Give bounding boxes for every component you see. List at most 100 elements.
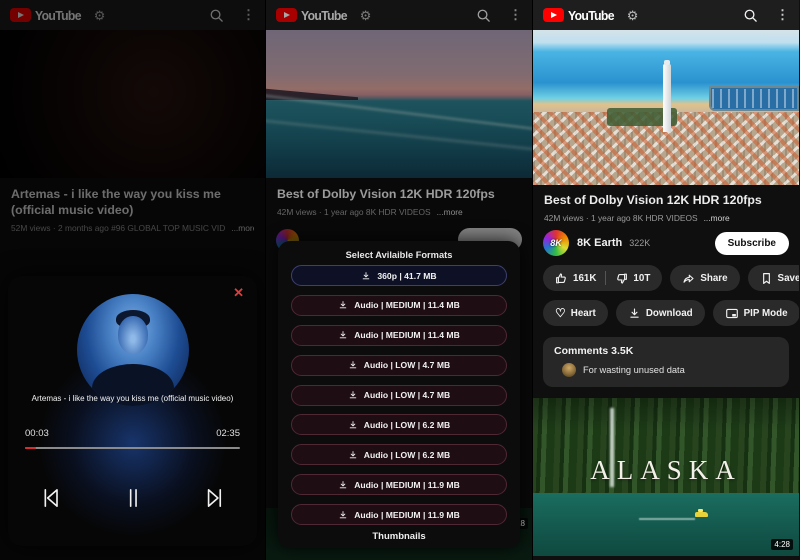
heart-button[interactable]: ♡ Heart: [543, 300, 608, 326]
kebab-menu-icon[interactable]: ⋮: [242, 7, 255, 23]
format-option-audio[interactable]: Audio | LOW | 6.2 MB: [291, 444, 507, 465]
format-option-audio[interactable]: Audio | LOW | 4.7 MB: [291, 355, 507, 376]
search-icon[interactable]: [476, 8, 491, 23]
subscribe-button[interactable]: Subscribe: [715, 232, 789, 255]
next-track-icon[interactable]: [201, 484, 229, 512]
video-title: Best of Dolby Vision 12K HDR 120fps: [544, 192, 788, 208]
download-formats-modal: Select Avilaible Formats 360p | 41.7 MB …: [278, 241, 520, 548]
duration-badge: 4:28: [771, 539, 793, 550]
screen-right-watch-page: YouTube ⚙ ⋮ Best of Dolby Vision 12K HDR…: [533, 0, 799, 560]
download-icon: [361, 271, 371, 281]
subscriber-count: 322K: [629, 238, 650, 248]
app-header: YouTube ⚙ ⋮: [533, 0, 799, 30]
thumbs-down-icon: [615, 272, 628, 285]
video-player-area[interactable]: [266, 30, 532, 178]
more-link[interactable]: ...more: [437, 207, 463, 217]
settings-gear-icon[interactable]: ⚙: [627, 9, 639, 22]
settings-gear-icon[interactable]: ⚙: [94, 9, 106, 22]
screen-left-miniplayer: YouTube ⚙ ⋮ Artemas - i like the way you…: [0, 0, 266, 560]
format-option-audio[interactable]: Audio | MEDIUM | 11.9 MB: [291, 504, 507, 525]
kebab-menu-icon[interactable]: ⋮: [776, 7, 789, 23]
download-icon: [348, 390, 358, 400]
video-player-area[interactable]: [0, 30, 265, 178]
youtube-logo[interactable]: YouTube: [10, 8, 84, 23]
youtube-wordmark: YouTube: [568, 8, 614, 23]
actions-row-1: 161K 10T Share Save: [533, 265, 799, 291]
more-link[interactable]: ...more: [704, 213, 730, 223]
total-duration: 02:35: [216, 428, 240, 439]
youtube-logo[interactable]: YouTube: [543, 8, 617, 23]
modal-title: Select Avilaible Formats: [291, 250, 507, 260]
like-dislike-pill[interactable]: 161K 10T: [543, 265, 662, 291]
download-icon: [338, 480, 348, 490]
settings-gear-icon[interactable]: ⚙: [360, 9, 372, 22]
format-option-audio[interactable]: Audio | LOW | 4.7 MB: [291, 385, 507, 406]
comments-section[interactable]: Comments 3.5K For wasting unused data: [543, 337, 789, 387]
like-count: 161K: [573, 273, 596, 284]
thumbnail-title-text: ALASKA: [533, 455, 799, 486]
thumbs-up-icon: [555, 272, 568, 285]
commenter-avatar: [562, 363, 576, 377]
comments-count: Comments 3.5K: [554, 345, 778, 357]
youtube-wordmark: YouTube: [35, 8, 81, 23]
download-icon: [338, 330, 348, 340]
previous-track-icon[interactable]: [36, 484, 64, 512]
elapsed-time: 00:03: [25, 428, 49, 439]
actions-row-2: ♡ Heart Download PIP Mode Minimize: [533, 300, 799, 326]
screen-middle-format-modal: YouTube ⚙ ⋮ Best of Dolby Vision 12K HDR…: [266, 0, 533, 560]
download-icon: [348, 360, 358, 370]
kebab-menu-icon[interactable]: ⋮: [509, 7, 522, 23]
bookmark-icon: [760, 272, 773, 285]
share-icon: [682, 272, 695, 285]
video-meta: 42M views · 1 year ago 8K HDR VIDEOS...m…: [544, 213, 788, 223]
download-icon: [338, 300, 348, 310]
channel-name[interactable]: 8K Earth: [577, 237, 622, 249]
search-icon[interactable]: [209, 8, 224, 23]
channel-row: 8K 8K Earth 322K Subscribe: [533, 223, 799, 256]
heart-icon: ♡: [555, 307, 566, 319]
format-option-audio[interactable]: Audio | MEDIUM | 11.4 MB: [291, 325, 507, 346]
pause-icon[interactable]: [119, 484, 147, 512]
seek-bar[interactable]: [25, 447, 240, 449]
save-button[interactable]: Save: [748, 265, 799, 291]
harbor: [709, 86, 799, 111]
circular-video-thumbnail: [77, 294, 189, 406]
seek-bar-fill: [25, 447, 36, 449]
screenshot-collage: YouTube ⚙ ⋮ Artemas - i like the way you…: [0, 0, 800, 560]
download-icon: [628, 307, 641, 320]
format-option-audio[interactable]: Audio | LOW | 6.2 MB: [291, 414, 507, 435]
miniplayer-track-title: Artemas - i like the way you kiss me (of…: [20, 394, 245, 403]
video-meta: 42M views · 1 year ago 8K HDR VIDEOS...m…: [277, 207, 521, 217]
next-video-thumbnail[interactable]: ALASKA 4:28: [533, 398, 799, 556]
youtube-wordmark: YouTube: [301, 8, 347, 23]
pip-icon: [725, 307, 739, 320]
download-icon: [348, 420, 358, 430]
channel-avatar[interactable]: 8K: [543, 230, 569, 256]
app-header: YouTube ⚙ ⋮: [0, 0, 265, 30]
app-header: YouTube ⚙ ⋮: [266, 0, 532, 30]
more-link[interactable]: ...more: [231, 223, 254, 233]
youtube-play-icon: [276, 8, 297, 22]
format-option-audio[interactable]: Audio | MEDIUM | 11.4 MB: [291, 295, 507, 316]
video-title: Artemas - i like the way you kiss me (of…: [11, 186, 254, 218]
youtube-logo[interactable]: YouTube: [276, 8, 350, 23]
youtube-play-icon: [10, 8, 31, 22]
thumbnails-button[interactable]: Thumbnails: [291, 531, 507, 542]
close-icon[interactable]: ✕: [233, 286, 244, 299]
video-player-area[interactable]: [533, 30, 799, 185]
pip-mode-button[interactable]: PIP Mode: [713, 300, 799, 326]
search-icon[interactable]: [743, 8, 758, 23]
download-button[interactable]: Download: [616, 300, 705, 326]
format-option-360p[interactable]: 360p | 41.7 MB: [291, 265, 507, 286]
download-icon: [348, 450, 358, 460]
miniplayer-popup: ✕ Artemas - i like the way you kiss me (…: [8, 276, 257, 546]
format-option-audio[interactable]: Audio | MEDIUM | 11.9 MB: [291, 474, 507, 495]
share-button[interactable]: Share: [670, 265, 739, 291]
video-meta: 52M views · 2 months ago #96 GLOBAL TOP …: [11, 223, 254, 233]
dislike-count: 10T: [633, 273, 650, 284]
youtube-play-icon: [543, 8, 564, 22]
video-title: Best of Dolby Vision 12K HDR 120fps: [277, 186, 521, 202]
format-list: 360p | 41.7 MB Audio | MEDIUM | 11.4 MB …: [291, 265, 507, 525]
comment-preview: For wasting unused data: [583, 365, 685, 375]
lighthouse: [663, 64, 671, 132]
